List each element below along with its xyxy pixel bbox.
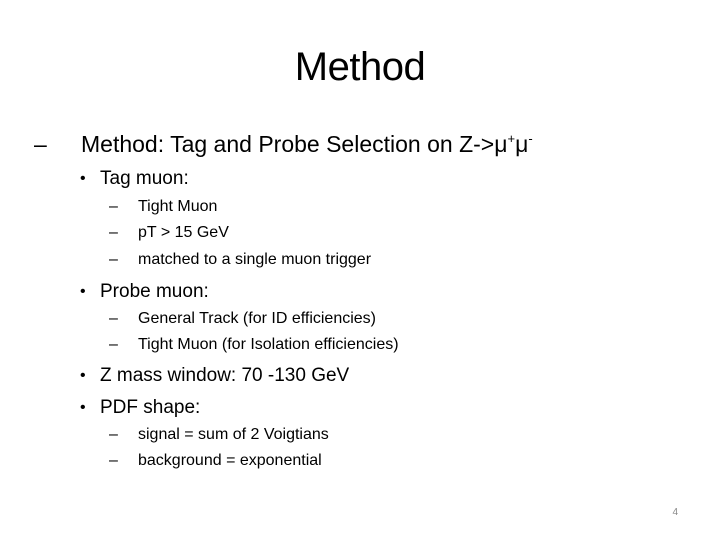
slide-title: Method — [294, 45, 426, 89]
subitem-text: signal = sum of 2 Voigtians — [138, 426, 329, 443]
dash-marker: – — [109, 198, 118, 215]
subitem-text: General Track (for ID efficiencies) — [138, 310, 377, 327]
bullet-marker: • — [80, 367, 86, 384]
subitem-text: Tight Muon (for Isolation efficiencies) — [138, 336, 399, 353]
bullet-marker: • — [80, 283, 86, 300]
superscript-minus: - — [528, 131, 533, 146]
dash-marker: – — [109, 224, 118, 241]
bullet-marker: • — [80, 399, 86, 416]
heading-main: Method: Tag and Probe Selection on Z->μ — [81, 131, 508, 157]
dash-marker: – — [109, 310, 118, 327]
dash-marker: – — [109, 336, 118, 353]
subitem-text: background = exponential — [138, 452, 322, 469]
bullet-text: Probe muon: — [100, 281, 209, 302]
subitem-text: pT > 15 GeV — [138, 224, 229, 241]
superscript-plus: + — [507, 131, 516, 146]
dash-marker: – — [109, 251, 118, 268]
subitem-text: matched to a single muon trigger — [138, 251, 372, 268]
dash-marker: – — [109, 426, 118, 443]
bullet-text: PDF shape: — [100, 397, 201, 418]
dash-marker: – — [109, 452, 118, 469]
bullet-marker: • — [80, 170, 86, 187]
subitem-text: Tight Muon — [138, 198, 218, 215]
bullet-text: Tag muon: — [100, 168, 189, 189]
bullet-text: Z mass window: 70 -130 GeV — [100, 365, 350, 386]
dash-marker: – — [34, 131, 47, 157]
heading-mu: μ — [515, 131, 529, 157]
heading-text: Method: Tag and Probe Selection on Z->μ+… — [81, 130, 533, 158]
page-number: 4 — [672, 507, 678, 518]
